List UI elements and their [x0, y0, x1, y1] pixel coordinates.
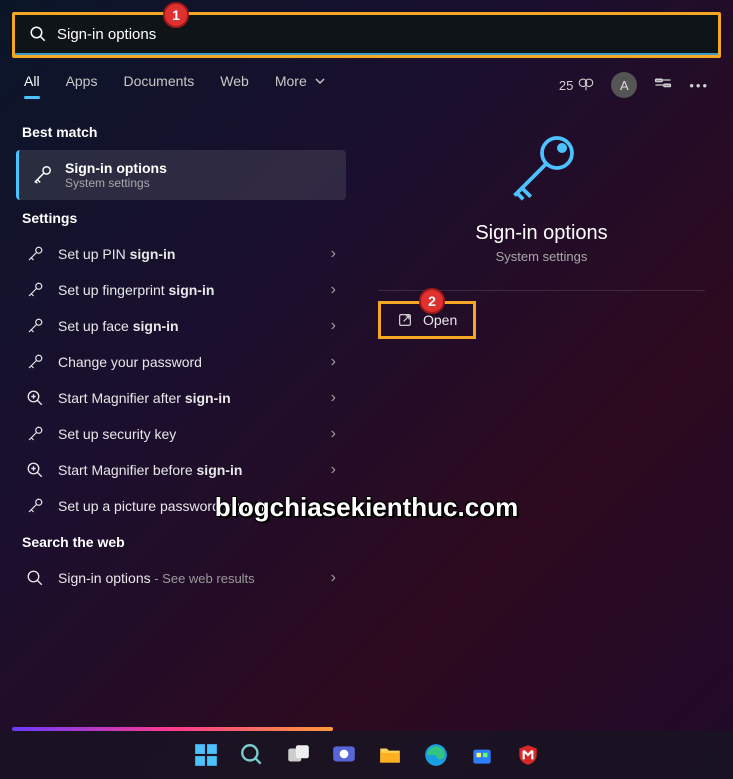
chevron-right-icon: › [331, 389, 336, 407]
chevron-right-icon: › [331, 245, 336, 263]
results-column: Best match Sign-in options System settin… [16, 114, 346, 596]
chevron-right-icon: › [331, 353, 336, 371]
chevron-down-icon [315, 76, 325, 86]
avatar[interactable]: A [611, 72, 637, 98]
taskview-icon[interactable] [278, 735, 318, 775]
filter-icon[interactable] [653, 75, 673, 95]
settings-result-item[interactable]: Change your password› [16, 344, 346, 380]
taskbar [0, 731, 733, 779]
preview-key-icon [502, 128, 582, 208]
tab-apps[interactable]: Apps [66, 73, 98, 97]
result-label: Set up fingerprint sign-in [58, 282, 331, 298]
open-external-icon [397, 312, 413, 328]
magnifier-plus-icon [26, 461, 44, 479]
search-bar[interactable] [15, 15, 718, 55]
file-explorer-icon[interactable] [370, 735, 410, 775]
tab-web[interactable]: Web [220, 73, 249, 97]
result-label: Change your password [58, 354, 331, 370]
preview-pane: Sign-in options System settings 2 Open [366, 114, 717, 596]
annotation-badge-1: 1 [163, 2, 189, 28]
best-match-subtitle: System settings [65, 176, 167, 190]
more-options-icon[interactable]: ••• [689, 78, 709, 93]
chevron-right-icon: › [331, 461, 336, 479]
settings-result-item[interactable]: Start Magnifier after sign-in› [16, 380, 346, 416]
settings-result-item[interactable]: Set up fingerprint sign-in› [16, 272, 346, 308]
best-match-result[interactable]: Sign-in options System settings [16, 150, 346, 200]
chevron-right-icon: › [331, 317, 336, 335]
section-best-match: Best match [22, 124, 346, 140]
preview-subtitle: System settings [366, 249, 717, 264]
chevron-right-icon: › [331, 425, 336, 443]
watermark-text: blogchiasekienthuc.com [215, 492, 518, 523]
key-icon [31, 164, 53, 186]
result-label: Start Magnifier before sign-in [58, 462, 331, 478]
search-icon [29, 25, 47, 43]
rewards-badge[interactable]: 25 [559, 76, 595, 94]
magnifier-plus-icon [26, 389, 44, 407]
web-result-item[interactable]: Sign-in options - See web results › [16, 560, 346, 596]
edge-icon[interactable] [416, 735, 456, 775]
trophy-icon [577, 76, 595, 94]
store-icon[interactable] [462, 735, 502, 775]
tab-more[interactable]: More [275, 73, 325, 97]
open-button-highlight[interactable]: 2 Open [378, 301, 476, 339]
chevron-right-icon: › [331, 281, 336, 299]
web-result-label: Sign-in options [58, 570, 151, 586]
search-bar-highlight-box: 1 [12, 12, 721, 58]
search-tabs: All Apps Documents Web More 25 A ••• [0, 58, 733, 104]
settings-result-item[interactable]: Set up face sign-in› [16, 308, 346, 344]
key-icon [26, 281, 44, 299]
chevron-right-icon: › [331, 569, 336, 587]
annotation-badge-2: 2 [419, 288, 445, 314]
tab-all[interactable]: All [24, 73, 40, 97]
preview-title: Sign-in options [366, 222, 717, 245]
result-label: Set up security key [58, 426, 331, 442]
settings-result-item[interactable]: Set up security key› [16, 416, 346, 452]
search-icon [26, 569, 44, 587]
taskbar-search-icon[interactable] [232, 735, 272, 775]
settings-result-item[interactable]: Start Magnifier before sign-in› [16, 452, 346, 488]
settings-result-item[interactable]: Set up PIN sign-in› [16, 236, 346, 272]
result-label: Start Magnifier after sign-in [58, 390, 331, 406]
key-icon [26, 353, 44, 371]
key-icon [26, 317, 44, 335]
chat-icon[interactable] [324, 735, 364, 775]
best-match-title: Sign-in options [65, 160, 167, 176]
key-icon [26, 245, 44, 263]
section-search-web: Search the web [22, 534, 346, 550]
search-input[interactable] [57, 26, 704, 43]
key-icon [26, 425, 44, 443]
open-label: Open [423, 312, 457, 328]
start-button[interactable] [186, 735, 226, 775]
key-icon [26, 497, 44, 515]
tab-documents[interactable]: Documents [123, 73, 194, 97]
section-settings: Settings [22, 210, 346, 226]
web-result-sub: - See web results [151, 571, 255, 586]
mcafee-icon[interactable] [508, 735, 548, 775]
result-label: Set up face sign-in [58, 318, 331, 334]
result-label: Set up PIN sign-in [58, 246, 331, 262]
